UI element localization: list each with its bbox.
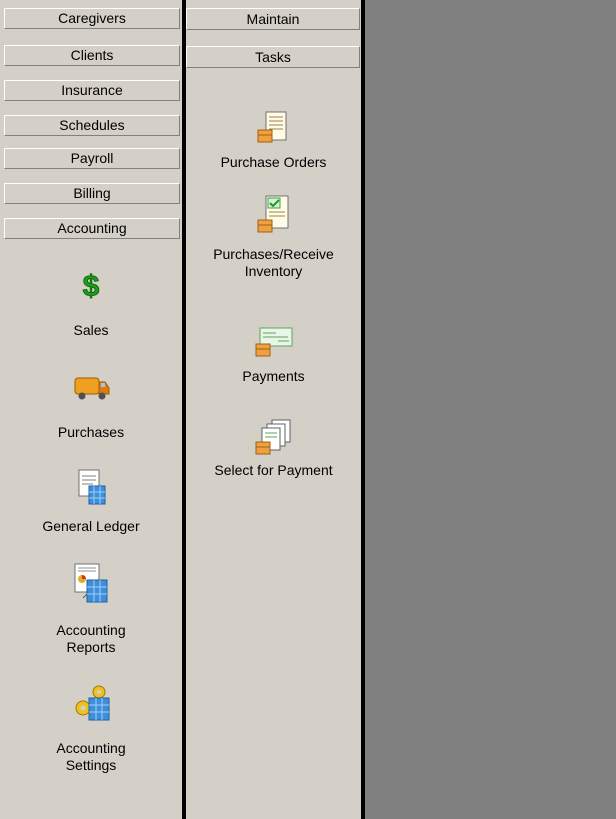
nav-label-general-ledger: General Ledger bbox=[42, 518, 140, 534]
task-select-for-payment[interactable]: Select for Payment bbox=[186, 418, 361, 479]
task-label-purchase-orders: Purchase Orders bbox=[220, 154, 327, 170]
settings-gear-icon bbox=[75, 685, 110, 721]
category-billing[interactable]: Billing bbox=[4, 183, 180, 204]
nav-label-accounting-reports-line1: Accounting bbox=[56, 622, 126, 638]
task-pane: Maintain Tasks Purchase Orders Purchases… bbox=[186, 0, 361, 819]
purchase-order-icon bbox=[257, 111, 286, 143]
delivery-truck-icon bbox=[74, 377, 110, 400]
check-payment-icon bbox=[255, 327, 292, 357]
dollar-sign-icon: $ bbox=[82, 270, 100, 302]
nav-item-accounting-reports[interactable]: Accounting Reports bbox=[0, 562, 182, 656]
task-label-select-for-payment: Select for Payment bbox=[214, 462, 333, 478]
receive-inventory-icon bbox=[257, 195, 288, 233]
nav-label-accounting-reports-line2: Reports bbox=[66, 639, 116, 655]
category-insurance[interactable]: Insurance bbox=[4, 80, 180, 101]
task-purchase-orders[interactable]: Purchase Orders bbox=[186, 110, 361, 171]
stacked-checks-icon bbox=[255, 419, 290, 455]
task-label-purchases-receive-line1: Purchases/Receive bbox=[213, 246, 334, 262]
nav-item-accounting-settings[interactable]: Accounting Settings bbox=[0, 684, 182, 774]
category-pane: Caregivers Clients Insurance Schedules P… bbox=[0, 0, 182, 819]
workspace-area bbox=[365, 0, 616, 819]
task-label-purchases-receive-line2: Inventory bbox=[244, 263, 303, 279]
ledger-document-icon bbox=[78, 469, 106, 505]
nav-item-sales[interactable]: $ Sales bbox=[0, 268, 182, 339]
report-chart-icon bbox=[74, 563, 108, 603]
category-clients[interactable]: Clients bbox=[4, 45, 180, 66]
nav-item-purchases[interactable]: Purchases bbox=[0, 372, 182, 441]
category-accounting[interactable]: Accounting bbox=[4, 218, 180, 239]
nav-label-accounting-settings-line2: Settings bbox=[65, 757, 117, 773]
nav-label-purchases: Purchases bbox=[57, 424, 125, 440]
category-payroll[interactable]: Payroll bbox=[4, 148, 180, 169]
tab-maintain[interactable]: Maintain bbox=[186, 8, 360, 30]
task-payments[interactable]: Payments bbox=[186, 324, 361, 385]
nav-label-sales: Sales bbox=[73, 322, 109, 338]
category-schedules[interactable]: Schedules bbox=[4, 115, 180, 136]
svg-text:$: $ bbox=[83, 270, 100, 302]
tab-tasks[interactable]: Tasks bbox=[186, 46, 360, 68]
task-label-payments: Payments bbox=[242, 368, 305, 384]
nav-item-general-ledger[interactable]: General Ledger bbox=[0, 468, 182, 535]
category-caregivers[interactable]: Caregivers bbox=[4, 8, 180, 29]
nav-label-accounting-settings-line1: Accounting bbox=[56, 740, 126, 756]
task-purchases-receive-inventory[interactable]: Purchases/Receive Inventory bbox=[186, 194, 361, 280]
